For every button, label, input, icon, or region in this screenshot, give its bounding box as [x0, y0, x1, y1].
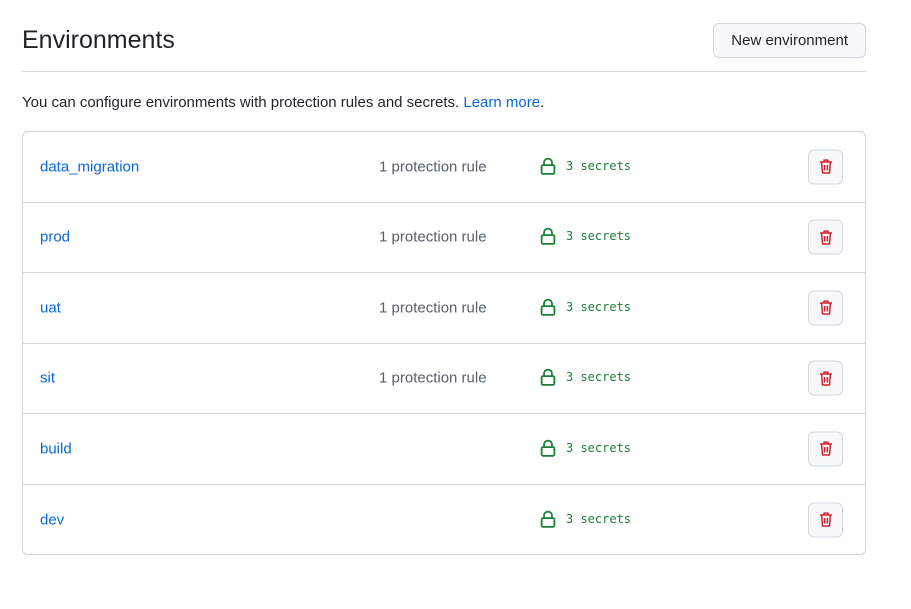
lock-icon — [540, 157, 556, 175]
lock-icon — [540, 510, 556, 528]
lock-icon — [540, 298, 556, 316]
environments-list: data_migration 1 protection rule 3 secre… — [22, 131, 866, 555]
environments-page: Environments New environment You can con… — [0, 0, 911, 609]
trash-icon — [819, 512, 832, 527]
page-header: Environments New environment — [22, 22, 866, 72]
delete-environment-button[interactable] — [808, 290, 843, 326]
description-text: You can configure environments with prot… — [22, 94, 464, 111]
lock-icon — [540, 368, 556, 387]
secrets-count: 3 secrets — [566, 229, 632, 244]
delete-environment-button[interactable] — [808, 431, 843, 467]
description-suffix: . — [540, 94, 545, 111]
secrets-count: 3 secrets — [566, 299, 632, 314]
trash-icon — [819, 300, 832, 315]
environment-row: data_migration 1 protection rule 3 secre… — [23, 132, 865, 203]
secrets-indicator: 3 secrets — [540, 298, 631, 316]
protection-rules-count: 1 protection rule — [379, 228, 487, 246]
secrets-count: 3 secrets — [566, 440, 632, 455]
secrets-count: 3 secrets — [566, 511, 632, 526]
environment-row: dev 3 secrets — [23, 485, 865, 555]
environment-name-link[interactable]: sit — [40, 370, 55, 387]
environments-description: You can configure environments with prot… — [22, 93, 544, 113]
learn-more-link[interactable]: Learn more — [463, 94, 540, 111]
environment-row: sit 1 protection rule 3 secrets — [23, 344, 865, 414]
environment-name-link[interactable]: data_migration — [40, 158, 139, 175]
trash-icon — [819, 230, 832, 245]
lock-icon — [540, 227, 556, 246]
new-environment-button[interactable]: New environment — [713, 23, 866, 58]
environment-name-link[interactable]: build — [40, 440, 72, 457]
protection-rules-count: 1 protection rule — [379, 369, 487, 387]
secrets-indicator: 3 secrets — [540, 157, 631, 175]
secrets-indicator: 3 secrets — [540, 439, 631, 457]
protection-rules-count: 1 protection rule — [379, 299, 487, 317]
secrets-indicator: 3 secrets — [540, 227, 632, 246]
environment-name-link[interactable]: dev — [40, 511, 64, 528]
environment-name-link[interactable]: uat — [40, 299, 61, 316]
delete-environment-button[interactable] — [808, 219, 843, 255]
secrets-count: 3 secrets — [566, 370, 632, 385]
secrets-count: 3 secrets — [566, 158, 632, 173]
trash-icon — [819, 441, 832, 456]
environment-row: build 3 secrets — [23, 414, 865, 485]
secrets-indicator: 3 secrets — [540, 510, 631, 528]
delete-environment-button[interactable] — [808, 149, 843, 185]
secrets-indicator: 3 secrets — [540, 368, 632, 387]
environment-name-link[interactable]: prod — [40, 229, 70, 246]
page-title: Environments — [22, 26, 175, 54]
trash-icon — [819, 371, 832, 386]
environment-row: uat 1 protection rule 3 secrets — [23, 273, 865, 344]
environment-row: prod 1 protection rule 3 secrets — [23, 203, 865, 273]
protection-rules-count: 1 protection rule — [379, 158, 487, 176]
trash-icon — [819, 159, 832, 174]
lock-icon — [540, 439, 556, 457]
delete-environment-button[interactable] — [808, 502, 843, 538]
delete-environment-button[interactable] — [808, 360, 843, 396]
